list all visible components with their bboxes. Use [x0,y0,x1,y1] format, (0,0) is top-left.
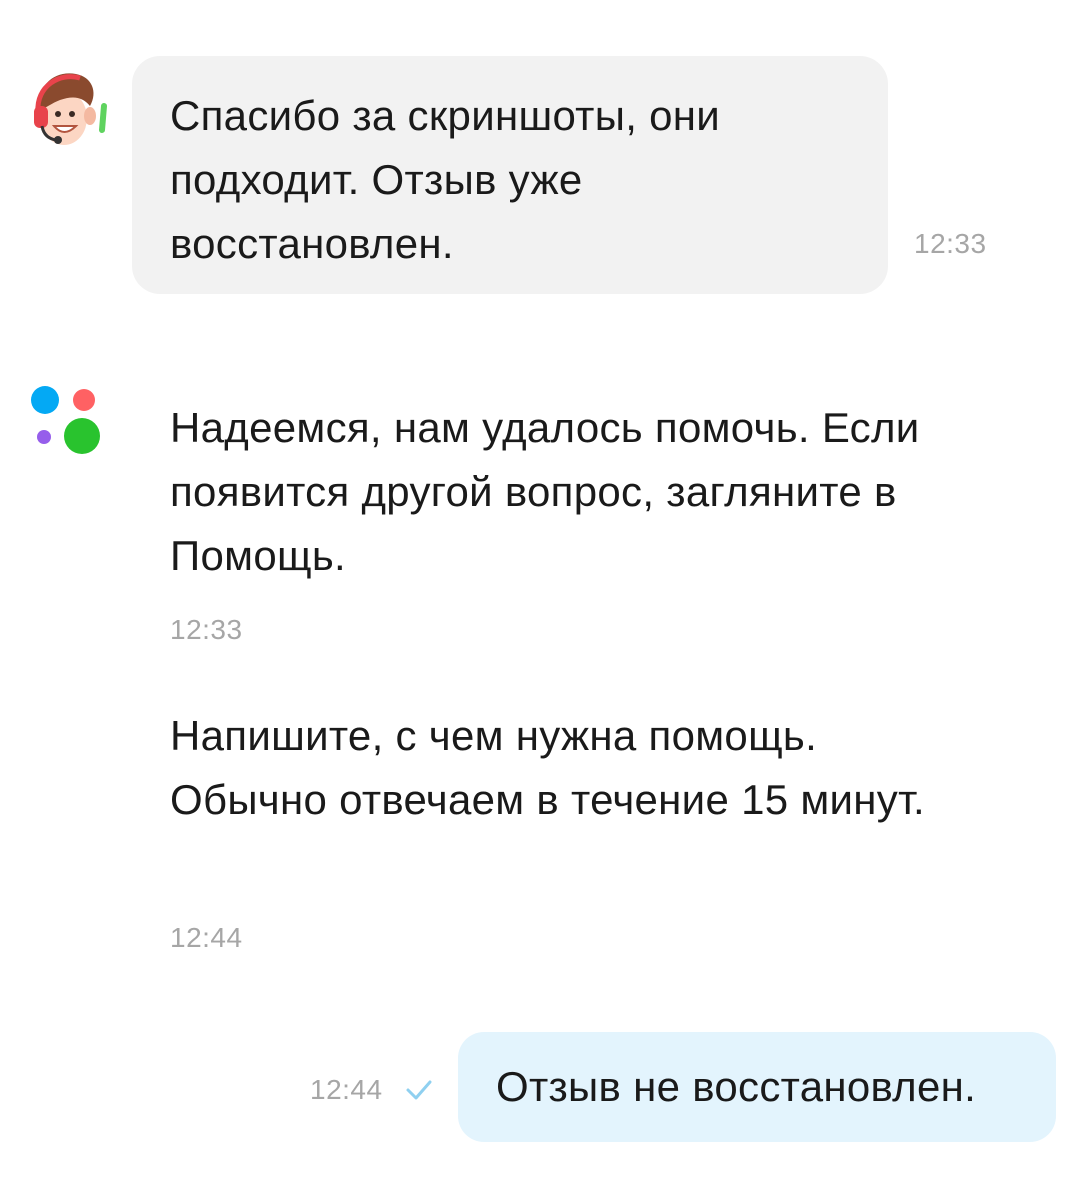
message-timestamp: 12:33 [914,228,987,259]
message-timestamp: 12:44 [170,922,243,953]
bot-message-text: Надеемся, нам удалось помочь. Если появи… [170,404,920,579]
message-text: Отзыв не восстановлен. [496,1063,977,1110]
outgoing-message-bubble: Отзыв не восстановлен. [458,1032,1056,1142]
incoming-message-bubble: Спасибо за скриншоты, они подходит. Отзы… [132,56,888,294]
message-text: Спасибо за скриншоты, они подходит. Отзы… [170,92,721,267]
check-icon [404,1078,434,1102]
message-timestamp: 12:44 [310,1074,383,1105]
bot-message-text: Напишите, с чем нужна помощь. Обычно отв… [170,712,925,823]
brand-dots-logo-icon [30,384,102,456]
support-agent-avatar-icon [30,66,116,158]
message-timestamp: 12:33 [170,614,243,645]
